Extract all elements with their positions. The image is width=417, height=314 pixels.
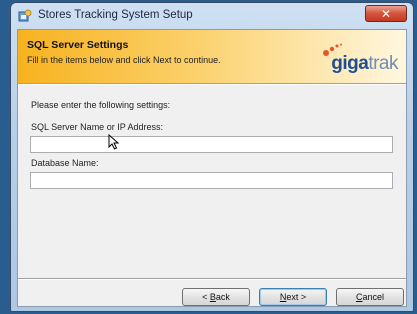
server-name-label: SQL Server Name or IP Address: (31, 122, 164, 132)
database-name-label: Database Name: (31, 158, 99, 168)
close-icon: ✕ (380, 7, 392, 21)
next-button[interactable]: Next > (259, 288, 327, 306)
logo-text-ga: ga (347, 53, 369, 74)
setup-window: Stores Tracking System Setup ✕ SQL Serve… (10, 2, 414, 312)
database-name-input[interactable] (30, 172, 393, 189)
back-button-label: ack (215, 292, 230, 302)
dialog-client-area: SQL Server Settings Fill in the items be… (17, 29, 407, 307)
setup-app-icon (18, 9, 32, 22)
window-title: Stores Tracking System Setup (38, 9, 193, 21)
cancel-button[interactable]: Cancel (336, 288, 404, 306)
back-button-prefix: < (202, 292, 210, 302)
mouse-pointer-icon (108, 134, 120, 150)
header-banner: SQL Server Settings Fill in the items be… (18, 30, 406, 83)
cancel-button-label: ancel (362, 292, 384, 302)
banner-divider (18, 83, 406, 85)
logo-text-trak: trak (368, 53, 398, 74)
close-button[interactable]: ✕ (365, 5, 407, 22)
footer-divider (18, 278, 406, 280)
banner-title: SQL Server Settings (27, 39, 129, 51)
next-button-label: ext > (286, 292, 307, 302)
settings-prompt: Please enter the following settings: (31, 100, 171, 110)
gigatrak-logo: gigatrak (286, 43, 398, 77)
title-bar[interactable]: Stores Tracking System Setup ✕ (11, 3, 413, 29)
back-button[interactable]: < Back (182, 288, 250, 306)
banner-subtitle: Fill in the items below and click Next t… (27, 55, 221, 65)
server-name-input[interactable] (30, 136, 393, 153)
logo-text-gi: gi (331, 53, 348, 74)
